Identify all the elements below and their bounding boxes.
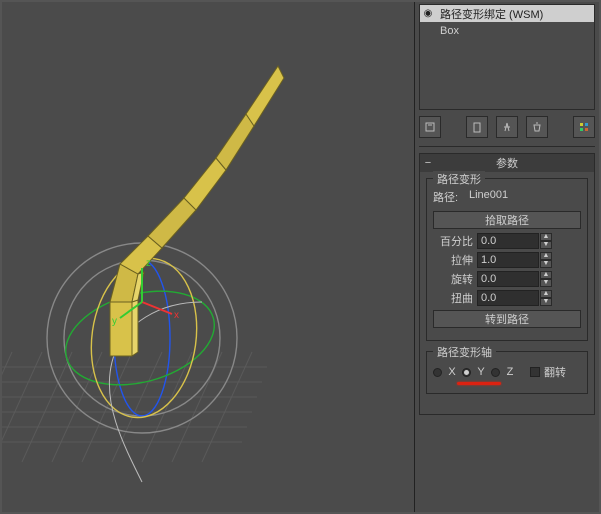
remove-modifier-button[interactable] <box>526 116 548 138</box>
twist-input[interactable] <box>477 290 539 306</box>
toolbar-separator <box>557 116 565 138</box>
axis-x-radio[interactable] <box>433 368 442 377</box>
rollout-header[interactable]: − 参数 <box>420 154 594 172</box>
rollout-title: 参数 <box>436 155 594 171</box>
twist-label: 扭曲 <box>433 290 473 306</box>
make-unique-button[interactable] <box>496 116 518 138</box>
flip-label: 翻转 <box>544 364 566 380</box>
path-deform-group: 路径变形 路径: Line001 拾取路径 百分比 ▲▼ <box>426 178 588 341</box>
annotation-underline <box>457 382 501 385</box>
configure-modifier-sets-button[interactable] <box>573 116 595 138</box>
stretch-input[interactable] <box>477 252 539 268</box>
rollout-collapse-icon: − <box>420 157 436 169</box>
toolbar-separator <box>449 116 457 138</box>
percent-spinner[interactable]: ▲▼ <box>477 233 552 249</box>
stack-item-label: 路径变形绑定 (WSM) <box>436 6 594 22</box>
spin-up-icon[interactable]: ▲ <box>540 271 552 279</box>
spin-down-icon[interactable]: ▼ <box>540 279 552 287</box>
path-readout: 路径: Line001 <box>433 189 581 205</box>
twist-spinner[interactable]: ▲▼ <box>477 290 552 306</box>
axis-z-label: Z <box>504 366 516 378</box>
parameters-rollout: − 参数 路径变形 路径: Line001 拾取路径 百分比 ▲▼ <box>419 153 595 415</box>
modifier-stack-item-pathdeform[interactable]: ◉ 路径变形绑定 (WSM) <box>420 5 594 22</box>
axis-y-label: y <box>112 316 117 327</box>
axis-x-label: x <box>174 310 179 321</box>
path-label: 路径: <box>433 189 469 205</box>
spin-down-icon[interactable]: ▼ <box>540 260 552 268</box>
stretch-spinner[interactable]: ▲▼ <box>477 252 552 268</box>
modifier-stack-item-box[interactable]: Box <box>420 22 594 39</box>
axis-z-radio[interactable] <box>491 368 500 377</box>
deformed-box[interactable] <box>110 66 284 356</box>
path-value: Line001 <box>469 189 508 205</box>
panel-divider <box>419 146 595 147</box>
stack-toolbar <box>415 110 599 144</box>
axis-y-label: Y <box>475 366 487 378</box>
lightbulb-icon: ◉ <box>420 8 436 19</box>
rotate-input[interactable] <box>477 271 539 287</box>
move-to-path-button[interactable]: 转到路径 <box>433 310 581 328</box>
viewport-3d[interactable]: x y z <box>2 2 415 512</box>
group-title: 路径变形轴 <box>433 344 496 360</box>
spin-up-icon[interactable]: ▲ <box>540 233 552 241</box>
spin-up-icon[interactable]: ▲ <box>540 290 552 298</box>
ground-grid <box>2 352 267 462</box>
spin-down-icon[interactable]: ▼ <box>540 298 552 306</box>
axis-z-label: z <box>146 258 151 269</box>
command-panel: ◉ 路径变形绑定 (WSM) Box <box>415 2 599 512</box>
modifier-stack-list[interactable]: ◉ 路径变形绑定 (WSM) Box <box>419 4 595 110</box>
modifier-stack-panel: ◉ 路径变形绑定 (WSM) Box <box>419 4 595 110</box>
show-end-result-button[interactable] <box>466 116 488 138</box>
pin-stack-button[interactable] <box>419 116 441 138</box>
spin-up-icon[interactable]: ▲ <box>540 252 552 260</box>
percent-input[interactable] <box>477 233 539 249</box>
stretch-label: 拉伸 <box>433 252 473 268</box>
rotate-label: 旋转 <box>433 271 473 287</box>
axis-y-radio[interactable] <box>462 368 471 377</box>
flip-checkbox[interactable] <box>530 367 540 377</box>
spin-down-icon[interactable]: ▼ <box>540 241 552 249</box>
pick-path-button[interactable]: 拾取路径 <box>433 211 581 229</box>
percent-label: 百分比 <box>433 233 473 249</box>
axis-x-label: X <box>446 366 458 378</box>
stack-item-label: Box <box>436 25 594 37</box>
rotate-spinner[interactable]: ▲▼ <box>477 271 552 287</box>
path-deform-axis-group: 路径变形轴 X Y Z 翻转 <box>426 351 588 394</box>
group-title: 路径变形 <box>433 171 485 187</box>
